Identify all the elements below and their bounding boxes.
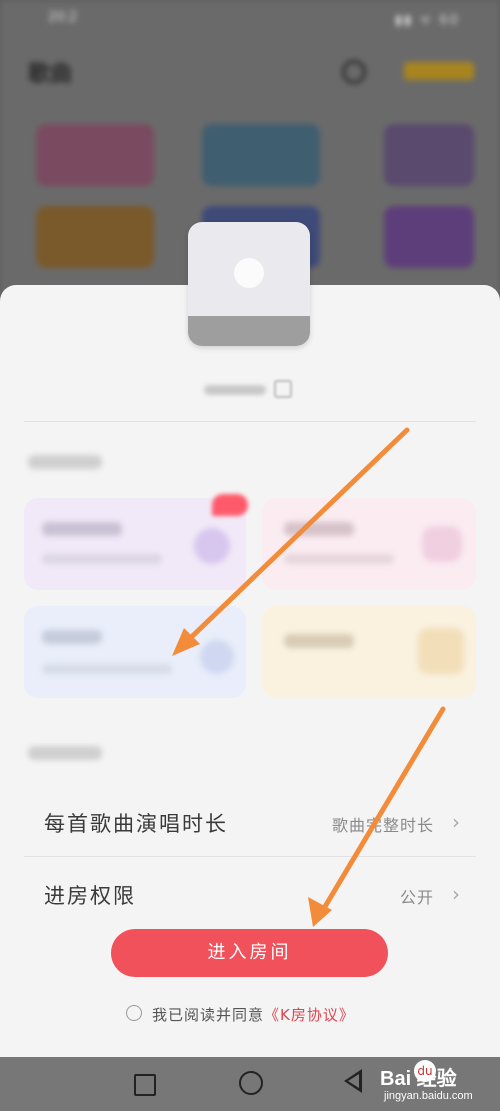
setting-label: 进房权限 — [44, 884, 136, 908]
status-icons: ▮▮ ᯤ 60 — [395, 13, 460, 28]
enter-room-button[interactable]: 进入房间 — [111, 929, 388, 977]
agreement-text: 我已阅读并同意《K房协议》 — [152, 1004, 355, 1025]
mode-card-art — [200, 640, 234, 674]
cover-placeholder-icon — [234, 258, 264, 288]
mode-card[interactable] — [262, 606, 476, 698]
back-triangle-inner — [348, 1074, 359, 1088]
status-time: 20:2 — [48, 10, 78, 25]
chevron-right-icon: › — [452, 810, 460, 834]
bg-tile — [384, 206, 474, 268]
mode-card-title — [284, 634, 354, 648]
mode-card-title — [42, 630, 102, 644]
mode-card-art — [422, 526, 462, 562]
agreement-link[interactable]: 《K房协议》 — [264, 1006, 355, 1024]
setting-value: 公开 — [399, 888, 434, 907]
room-settings-section-label — [28, 746, 102, 760]
watermark-site: jingyan.baidu.com — [384, 1090, 473, 1102]
cover-label-band — [188, 316, 310, 346]
edit-icon[interactable] — [274, 380, 292, 398]
chevron-right-icon: › — [452, 882, 460, 906]
background-title: 歌曲 — [28, 62, 73, 87]
room-name-blurred — [204, 385, 266, 395]
mode-card-desc — [42, 664, 172, 674]
mode-card-title — [284, 522, 354, 536]
bg-tile — [36, 124, 154, 186]
setting-row-singing-duration[interactable]: 每首歌曲演唱时长 歌曲完整时长 › — [24, 792, 476, 852]
agreement-prefix: 我已阅读并同意 — [152, 1006, 265, 1024]
setting-row-room-permission[interactable]: 进房权限 公开 › — [24, 864, 476, 924]
checkbox-icon[interactable] — [126, 1005, 142, 1021]
bg-tile — [202, 124, 320, 186]
home-circle-icon[interactable] — [239, 1071, 263, 1095]
divider — [24, 421, 476, 422]
room-name-row[interactable] — [196, 377, 306, 401]
bg-tile — [36, 206, 154, 268]
mode-card-desc — [42, 554, 162, 564]
search-icon — [342, 60, 366, 84]
coin-badge — [404, 62, 474, 80]
setting-value: 歌曲完整时长 — [331, 816, 434, 835]
square-nav-icon[interactable] — [134, 1074, 156, 1096]
paw-icon: du — [414, 1060, 436, 1082]
mode-card-art — [194, 528, 230, 564]
mode-card-art — [418, 628, 464, 674]
bg-tile — [384, 124, 474, 186]
status-bar: 20:2 ▮▮ ᯤ 60 — [0, 6, 500, 30]
mode-card-title — [42, 522, 122, 536]
baidu-watermark: Bai 经验 du jingyan.baidu.com — [380, 1060, 490, 1108]
setting-label: 每首歌曲演唱时长 — [44, 812, 228, 836]
new-badge — [212, 494, 248, 516]
mode-card-desc — [284, 554, 394, 564]
mode-card[interactable] — [24, 606, 246, 698]
mode-card[interactable] — [262, 498, 476, 590]
mode-section-label — [28, 455, 102, 469]
room-cover[interactable] — [188, 222, 310, 346]
divider — [24, 856, 476, 857]
